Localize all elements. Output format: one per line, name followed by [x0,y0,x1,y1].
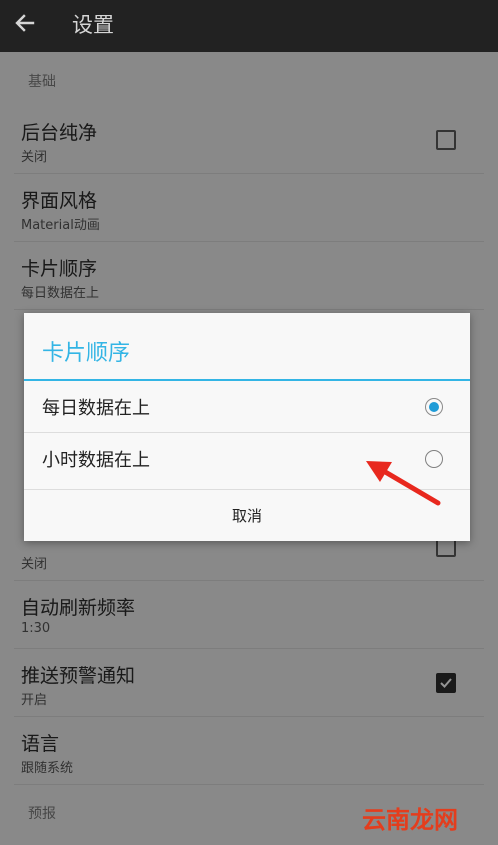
red-arrow-annotation-icon [366,461,441,506]
back-arrow-icon [15,14,35,32]
page-title: 设置 [72,13,114,37]
toolbar: 设置 [0,0,498,52]
radio-dot [428,401,439,412]
option-daily-first[interactable]: 每日数据在上 [24,381,470,433]
watermark-logo: 云南龙网 [362,806,458,834]
option-label: 小时数据在上 [42,450,150,471]
back-button[interactable] [10,8,40,38]
dialog-title: 卡片顺序 [42,341,131,366]
option-label: 每日数据在上 [42,398,150,419]
radio-button-selected[interactable] [425,398,443,416]
